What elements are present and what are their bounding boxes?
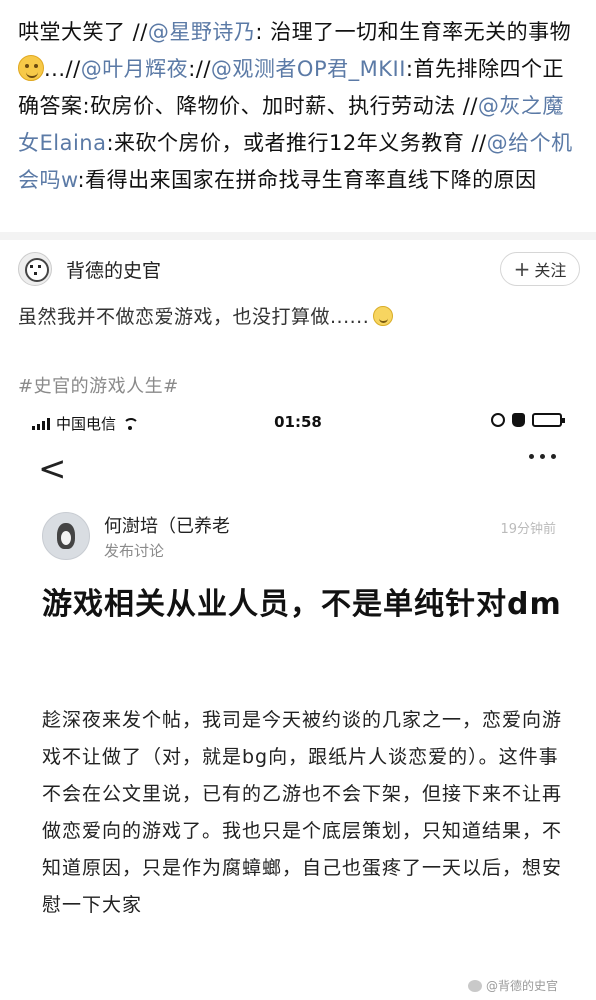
plus-icon: + [513,257,531,281]
user-mention-link[interactable]: @叶月辉夜 [81,57,189,81]
post-author-name[interactable]: 背德的史官 [66,256,161,283]
follow-button[interactable]: + 关注 [500,252,580,286]
smile-emoji-icon [373,306,394,326]
chain-text: : 治理了一切和生育率无关的事物 [255,20,572,44]
battery-icon [532,413,565,427]
back-arrow-icon[interactable]: < [38,452,67,486]
post-text-content: 虽然我并不做恋爱游戏，也没打算做...... [18,306,370,328]
author-avatar[interactable] [18,252,52,286]
location-icon [491,413,505,427]
chain-text: :来砍个房价，或者推行12年义务教育 // [106,131,487,155]
repost-chain: 哄堂大笑了 //@星野诗乃: 治理了一切和生育率无关的事物 ...//@叶月辉夜… [18,14,584,199]
weibo-watermark: @背德的史官 [467,977,558,994]
more-options-icon[interactable] [529,454,556,459]
screenshot-author-name[interactable]: 何澍培（已养老 [104,512,230,538]
chain-text: ...// [44,57,81,81]
weibo-icon [467,979,482,992]
discussion-headline: 游戏相关从业人员，不是单纯针对dm [42,587,562,622]
section-divider [0,232,596,240]
post-header: 背德的史官 + 关注 [18,250,584,290]
author-avatar-penguin[interactable] [42,512,90,560]
post-timestamp: 19分钟前 [500,522,556,537]
user-mention-link[interactable]: @星野诗乃 [148,20,256,44]
discussion-body: 趁深夜来发个帖，我司是今天被约谈的几家之一，恋爱向游戏不让做了（对，就是bg向，… [42,709,563,916]
embedded-screenshot[interactable]: 中国电信 01:58 < 何澍培（已养老 发布讨论 19分钟前 游戏相关从业人员… [20,402,576,1000]
post-text: 虽然我并不做恋爱游戏，也没打算做...... [18,302,394,329]
laughing-emoji-icon [18,55,44,81]
status-bar: 中国电信 01:58 [20,402,576,442]
chain-text: :看得出来国家在拼命找寻生育率直线下降的原因 [77,168,537,192]
chain-text: :// [188,57,211,81]
alarm-icon [512,413,525,427]
follow-label: 关注 [534,261,567,280]
user-mention-link[interactable]: @观测者OP君_MKII [211,57,406,81]
screenshot-author-sub: 发布讨论 [104,542,165,560]
watermark-text: @背德的史官 [485,979,558,993]
hashtag-link[interactable]: #史官的游戏人生# [18,372,179,398]
chain-text: 哄堂大笑了 // [18,20,148,44]
status-right-icons [491,413,565,427]
